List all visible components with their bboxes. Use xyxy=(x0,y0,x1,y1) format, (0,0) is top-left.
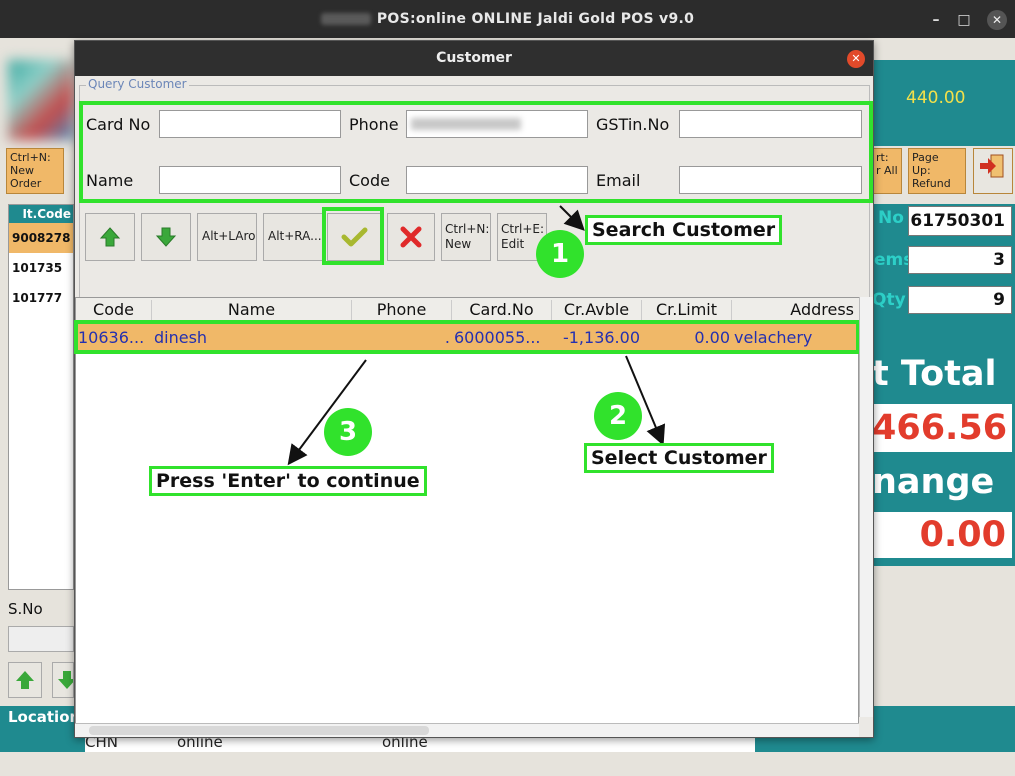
bill-no-value: 61750301 xyxy=(908,206,1012,236)
exit-button[interactable] xyxy=(973,148,1013,194)
minimize-button[interactable]: – xyxy=(926,10,946,30)
ok-button-highlight xyxy=(322,207,384,265)
arrow-down-icon xyxy=(155,227,177,247)
col-cr-avble[interactable]: Cr.Avble xyxy=(552,300,642,322)
store-logo xyxy=(8,60,74,140)
step-1-badge: 1 xyxy=(536,230,584,278)
alt-left-button[interactable]: Alt+LAro xyxy=(197,213,257,261)
exit-icon xyxy=(980,154,1004,178)
items-count-value: 3 xyxy=(908,246,1012,274)
table-horizontal-scrollbar[interactable] xyxy=(75,723,859,737)
header-amount: 440.00 xyxy=(906,88,966,108)
clear-all-button[interactable]: rt: r All xyxy=(872,148,902,194)
table-vertical-scrollbar[interactable] xyxy=(859,297,873,717)
step-3-badge: 3 xyxy=(324,408,372,456)
refund-button[interactable]: Page Up: Refund xyxy=(908,148,966,194)
query-legend: Query Customer xyxy=(86,77,189,91)
col-cr-limit[interactable]: Cr.Limit xyxy=(642,300,732,322)
sno-field[interactable] xyxy=(8,626,74,652)
alt-left-label: Alt+LAro xyxy=(202,229,256,243)
search-fields-highlight xyxy=(79,101,873,203)
dialog-close-button[interactable]: ✕ xyxy=(847,50,865,68)
col-address[interactable]: Address xyxy=(732,300,860,322)
search-customer-callout: Search Customer xyxy=(585,215,783,245)
new-customer-label: Ctrl+N: New xyxy=(445,222,490,251)
move-down-button[interactable] xyxy=(141,213,191,261)
qty-label: Qty xyxy=(872,290,906,310)
customer-table: Code Name Phone Card.No Cr.Avble Cr.Limi… xyxy=(74,297,860,727)
window-title: POS:online ONLINE Jaldi Gold POS v9.0 xyxy=(0,11,1015,27)
net-total-label: t Total xyxy=(872,354,997,394)
alt-right-button[interactable]: Alt+RA... xyxy=(263,213,323,261)
alt-right-label: Alt+RA... xyxy=(268,229,322,243)
bg-down-button[interactable] xyxy=(52,662,76,698)
new-customer-button[interactable]: Ctrl+N: New xyxy=(441,213,491,261)
net-total-value: 466.56 xyxy=(872,404,1012,452)
dialog-title: Customer xyxy=(75,41,873,76)
location-label: Location xyxy=(8,708,81,726)
new-order-button[interactable]: Ctrl+N: New Order xyxy=(6,148,64,194)
sno-label: S.No xyxy=(8,600,43,618)
select-customer-callout: Select Customer xyxy=(584,443,774,473)
items-list: It.Code 9008278 101735 101777 xyxy=(8,204,74,590)
table-header: Code Name Phone Card.No Cr.Avble Cr.Limi… xyxy=(76,298,860,322)
items-list-header: It.Code xyxy=(9,205,73,223)
cancel-button[interactable] xyxy=(387,213,435,261)
list-item[interactable]: 101777 xyxy=(9,283,73,313)
blurred-store-name xyxy=(320,13,371,25)
list-item[interactable]: 9008278 xyxy=(9,223,73,253)
selected-row-highlight xyxy=(74,320,860,354)
maximize-button[interactable]: □ xyxy=(954,10,974,30)
col-card-no[interactable]: Card.No xyxy=(452,300,552,322)
window-titlebar: POS:online ONLINE Jaldi Gold POS v9.0 – … xyxy=(0,0,1015,38)
customer-dialog: Customer ✕ Query Customer Card No Phone … xyxy=(74,40,874,738)
change-label: nange xyxy=(872,462,995,502)
change-value: 0.00 xyxy=(872,512,1012,558)
bg-up-button[interactable] xyxy=(8,662,42,698)
col-phone[interactable]: Phone xyxy=(352,300,452,322)
list-item[interactable]: 101735 xyxy=(9,253,73,283)
col-name[interactable]: Name xyxy=(152,300,352,322)
arrow-up-icon xyxy=(99,227,121,247)
arrow-down-icon xyxy=(58,671,76,689)
qty-value: 9 xyxy=(908,286,1012,314)
arrow-up-icon xyxy=(16,671,34,689)
window-close-button[interactable]: ✕ xyxy=(987,10,1007,30)
bill-no-label: No xyxy=(878,208,904,228)
step-2-badge: 2 xyxy=(594,392,642,440)
move-up-button[interactable] xyxy=(85,213,135,261)
cross-icon xyxy=(400,226,422,248)
scroll-thumb[interactable] xyxy=(89,726,429,735)
press-enter-callout: Press 'Enter' to continue xyxy=(149,466,427,496)
col-code[interactable]: Code xyxy=(76,300,152,322)
